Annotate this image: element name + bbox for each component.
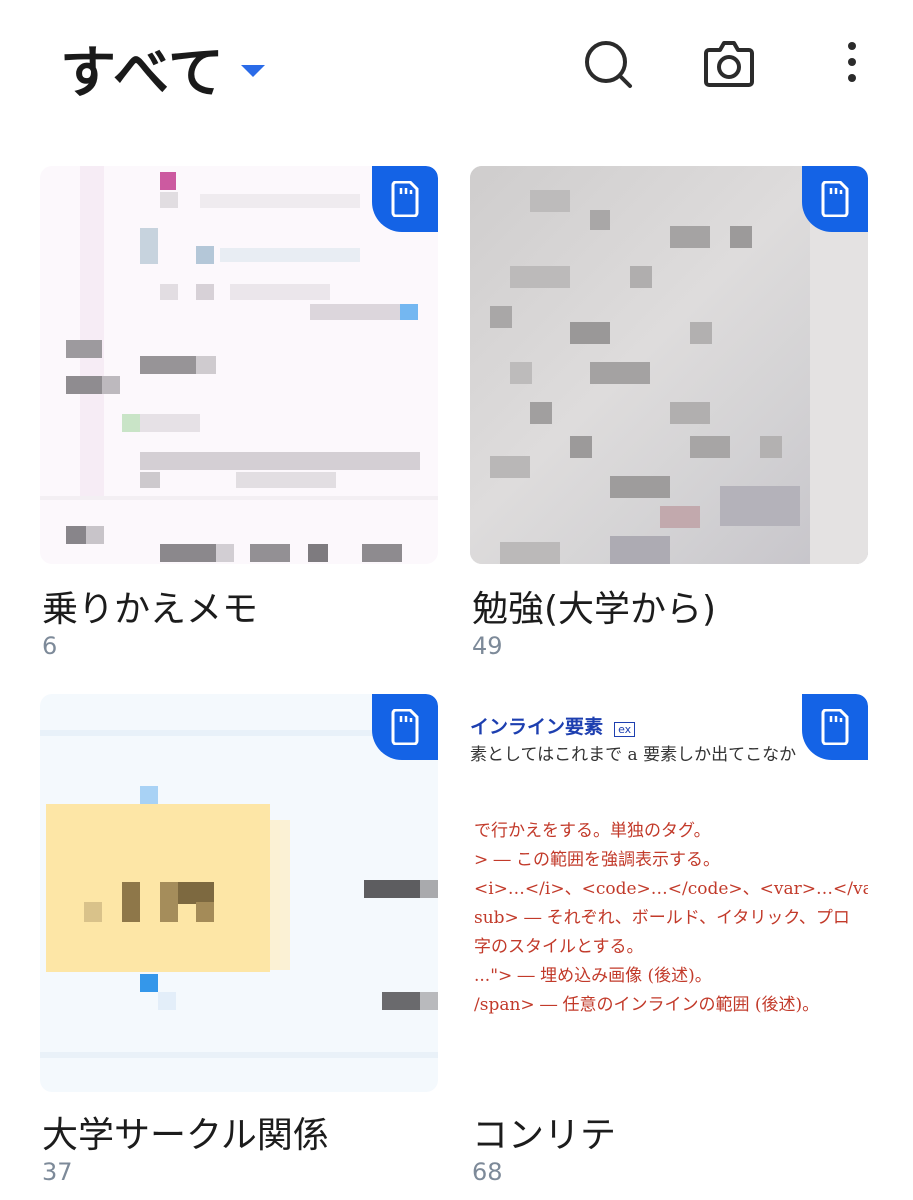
storage-badge	[802, 694, 868, 760]
more-options-button[interactable]	[824, 36, 880, 92]
sd-card-icon	[821, 709, 849, 745]
album-card[interactable]: 乗りかえメモ 6	[40, 166, 438, 666]
album-name: 大学サークル関係	[42, 1115, 329, 1156]
storage-badge	[372, 694, 438, 760]
storage-badge	[802, 166, 868, 232]
album-thumbnail	[470, 166, 868, 564]
app-header: すべて	[0, 0, 913, 130]
album-count: 37	[42, 1158, 73, 1186]
sd-card-icon	[391, 709, 419, 745]
camera-icon	[704, 41, 754, 87]
more-vert-icon	[848, 42, 856, 82]
album-card[interactable]: インライン要素 ex 素としてはこれまで a 要素しか出てこなか で行かえをする…	[470, 694, 868, 1194]
album-thumbnail	[40, 694, 438, 1092]
album-name: 勉強(大学から)	[472, 589, 717, 630]
sd-card-icon	[391, 181, 419, 217]
preview-line: で行かえをする。単独のタグ。	[474, 821, 711, 841]
preview-heading: インライン要素 ex	[470, 712, 636, 739]
album-card[interactable]: 大学サークル関係 37	[40, 694, 438, 1194]
album-count: 68	[472, 1158, 503, 1186]
preview-line: > ― この範囲を強調表示する。	[474, 850, 721, 870]
search-icon	[585, 41, 632, 88]
album-thumbnail: インライン要素 ex 素としてはこれまで a 要素しか出てこなか で行かえをする…	[470, 694, 868, 1092]
album-count: 49	[472, 632, 503, 660]
preview-line: /span> ― 任意のインラインの範囲 (後述)。	[474, 995, 820, 1015]
search-button[interactable]	[580, 36, 636, 92]
preview-intro: 素としてはこれまで a 要素しか出てこなか	[470, 745, 797, 765]
preview-line: ..."> ― 埋め込み画像 (後述)。	[474, 966, 712, 986]
album-thumbnail	[40, 166, 438, 564]
caret-down-icon	[240, 64, 265, 77]
storage-badge	[372, 166, 438, 232]
album-filter-dropdown[interactable]: すべて	[60, 28, 265, 109]
preview-line: sub> ― それぞれ、ボールド、イタリック、プロ	[474, 908, 850, 928]
page-title: すべて	[60, 41, 225, 106]
album-name: 乗りかえメモ	[42, 589, 259, 630]
preview-line: 字のスタイルとする。	[474, 937, 644, 957]
camera-button[interactable]	[701, 36, 757, 92]
album-name: コンリテ	[472, 1115, 617, 1156]
album-card[interactable]: 勉強(大学から) 49	[470, 166, 868, 666]
preview-line: <i>…</i>、<code>…</code>、<var>…</var>	[474, 879, 868, 899]
album-count: 6	[42, 632, 58, 660]
sd-card-icon	[821, 181, 849, 217]
